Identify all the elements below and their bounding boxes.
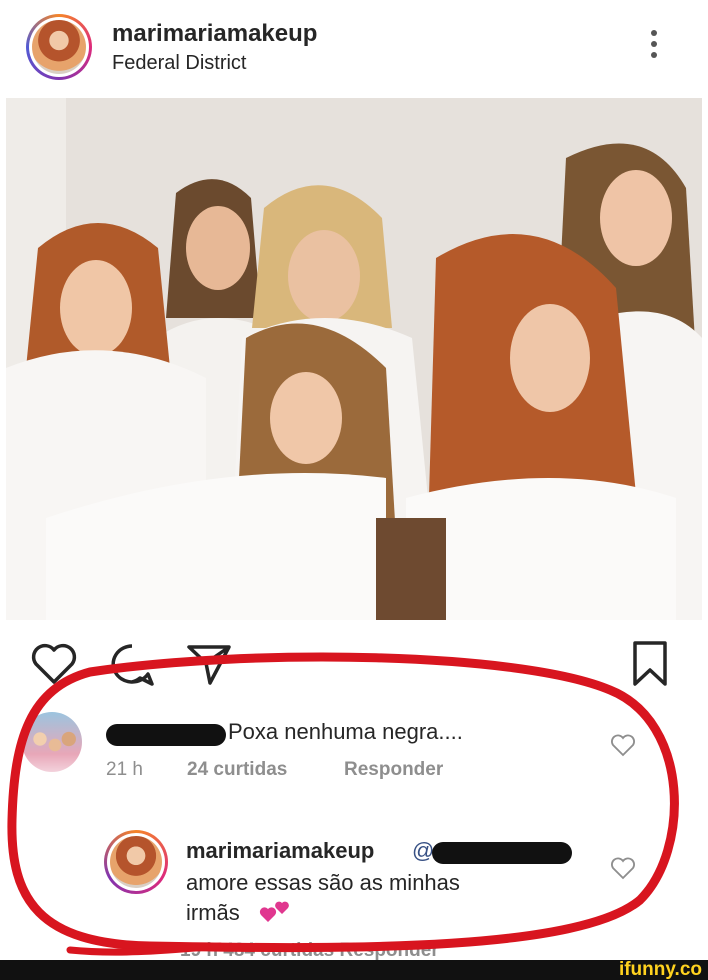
reply-meta-cut: 19 h 484 curtidas Responder (180, 940, 439, 961)
comment-time: 21 h (106, 759, 143, 780)
two-hearts-icon (259, 901, 289, 922)
commenter-avatar[interactable] (22, 712, 82, 772)
comment-likes[interactable]: 24 curtidas (187, 759, 287, 781)
reply-username[interactable]: marimariamakeup (186, 838, 374, 864)
comment-text: Poxa nenhuma negra.... (228, 719, 463, 744)
reply-mention[interactable]: @ (412, 838, 434, 864)
more-options-icon[interactable] (646, 30, 662, 66)
avatar[interactable] (26, 14, 92, 80)
reply-avatar[interactable] (104, 830, 168, 894)
action-bar (0, 630, 708, 690)
redacted-username (106, 724, 226, 746)
share-send-icon[interactable] (186, 644, 232, 686)
post-photo[interactable] (6, 98, 702, 620)
post-location[interactable]: Federal District (112, 52, 246, 75)
reply-text-line1: amore essas são as minhas (186, 870, 460, 895)
photo-illustration (6, 98, 702, 620)
redacted-mention (432, 842, 572, 864)
reply-like-icon[interactable] (610, 857, 636, 881)
comment-bubble-icon[interactable] (108, 642, 156, 688)
comment-like-icon[interactable] (610, 734, 636, 758)
ifunny-watermark: ifunny.co (618, 959, 702, 980)
comment-reply-button[interactable]: Responder (344, 759, 443, 781)
save-bookmark-icon[interactable] (632, 640, 668, 688)
avatar-photo (32, 20, 86, 74)
post-username[interactable]: marimariamakeup (112, 20, 317, 48)
like-heart-icon[interactable] (30, 642, 78, 686)
watermark-bar: ifunny.co (0, 960, 708, 980)
reply-text-line2: irmãs (186, 900, 240, 925)
post-header: marimariamakeup Federal District (0, 0, 708, 98)
